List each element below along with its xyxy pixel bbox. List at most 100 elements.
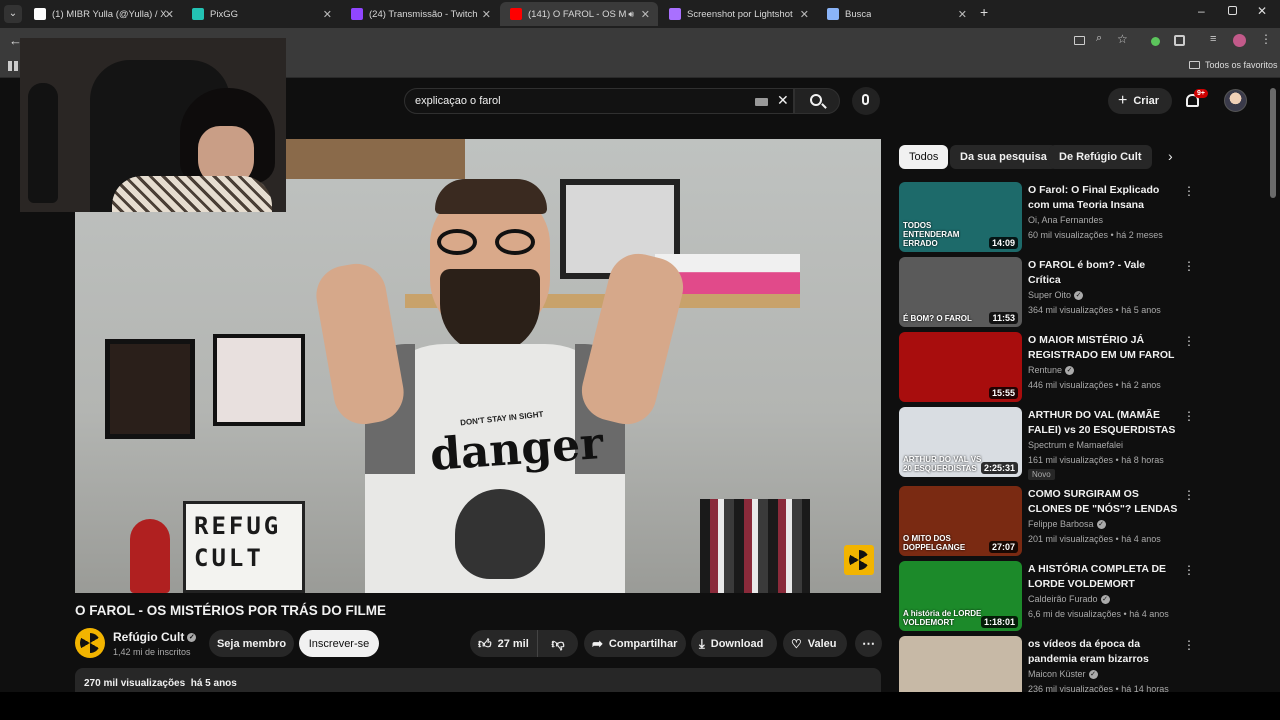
voice-search-button[interactable] <box>852 87 880 115</box>
bookmark-star-icon[interactable]: ☆ <box>1117 32 1128 46</box>
video-frame-middle <box>213 334 305 426</box>
browser-tab[interactable]: PixGG ✕ <box>182 2 340 26</box>
recommendation-channel[interactable]: Oi, Ana Fernandes <box>1028 215 1103 225</box>
profile-avatar-icon[interactable] <box>1233 34 1246 47</box>
more-vertical-icon[interactable]: ⋮ <box>1183 184 1195 198</box>
subscribe-button[interactable]: Inscrever-se <box>299 630 379 657</box>
new-tab-button[interactable]: + <box>980 4 988 20</box>
browser-menu-icon[interactable]: ⋮ <box>1260 32 1272 46</box>
zoom-icon[interactable]: ⌕ <box>1096 32 1102 45</box>
clear-search-icon[interactable]: ✕ <box>777 92 789 109</box>
chip-all[interactable]: Todos <box>899 145 949 169</box>
browser-tab[interactable]: (141) O FAROL - OS MISTÉR🔊︎ ✕ <box>500 2 658 26</box>
recommendation-thumbnail[interactable]: 15:55 <box>899 332 1022 402</box>
recommendation-thumbnail[interactable]: O MITO DOS DOPPELGANGE 27:07 <box>899 486 1022 556</box>
recommendation-title[interactable]: A HISTÓRIA COMPLETA DE LORDE VOLDEMORT <box>1028 562 1178 592</box>
description-box[interactable]: 270 mil visualizações há 5 anos <box>75 668 881 692</box>
keyboard-icon[interactable] <box>755 98 768 106</box>
lightshot-icon <box>669 8 681 20</box>
recommendation-title[interactable]: os vídeos da época da pandemia eram biza… <box>1028 637 1178 667</box>
extension-green-icon[interactable] <box>1151 37 1160 46</box>
apps-grid-icon[interactable] <box>8 61 18 71</box>
pixgg-icon <box>192 8 204 20</box>
create-button[interactable]: + Criar <box>1108 88 1172 114</box>
thumbnail-caption: O MITO DOS DOPPELGANGE <box>903 534 966 552</box>
recommendation-item[interactable]: ARTHUR DO VAL VS 20 ESQUERDISTAS 2:25:31 A… <box>899 407 1199 480</box>
recommendation-item[interactable]: os vídeos da época da pandemia eram biza… <box>899 636 1199 694</box>
views-date: 270 mil visualizações há 5 anos <box>84 678 237 689</box>
speaker-icon[interactable]: 🔊︎ <box>628 9 634 20</box>
recommendation-channel[interactable]: Spectrum e Mamaefalei <box>1028 440 1123 450</box>
recommendation-thumbnail[interactable]: É BOM? O FAROL 11:53 <box>899 257 1022 327</box>
download-button[interactable]: ⤓ Download <box>691 630 777 657</box>
cast-icon[interactable] <box>1074 36 1085 45</box>
recommendation-title[interactable]: O MAIOR MISTÉRIO JÁ REGISTRADO EM UM FAR… <box>1028 333 1178 363</box>
recommendation-channel[interactable]: Super Oito ✓ <box>1028 290 1084 301</box>
recommendation-thumbnail[interactable] <box>899 636 1022 692</box>
dislike-button[interactable]: 👎︎ <box>538 630 578 657</box>
browser-tab[interactable]: Busca ✕ <box>817 2 975 26</box>
tab-search-dropdown[interactable]: ⌄ <box>4 5 22 23</box>
browser-tab[interactable]: Screenshot por Lightshot ✕ <box>659 2 817 26</box>
recommendation-item[interactable]: 15:55 O MAIOR MISTÉRIO JÁ REGISTRADO EM U… <box>899 332 1199 402</box>
close-tab-icon[interactable]: ✕ <box>641 8 650 21</box>
recommendation-title[interactable]: O FAROL é bom? - Vale Crítica <box>1028 258 1178 288</box>
video-title: O FAROL - OS MISTÉRIOS POR TRÁS DO FILME <box>75 603 387 618</box>
chip-from-search[interactable]: Da sua pesquisa <box>950 145 1057 169</box>
close-tab-icon[interactable]: ✕ <box>323 8 332 21</box>
more-vertical-icon[interactable]: ⋮ <box>1183 563 1195 577</box>
recommendation-channel[interactable]: Felippe Barbosa ✓ <box>1028 519 1106 530</box>
webcam-person-shirt <box>112 176 272 212</box>
verified-icon: ✓ <box>187 633 197 643</box>
extensions-puzzle-icon[interactable] <box>1174 35 1185 46</box>
chip-from-channel[interactable]: De Refúgio Cult <box>1049 145 1152 169</box>
channel-avatar[interactable] <box>75 628 105 658</box>
page-scrollbar[interactable] <box>1270 88 1276 198</box>
search-input[interactable]: explicaçao o farol <box>415 95 501 107</box>
recommendation-channel[interactable]: Rentune ✓ <box>1028 365 1075 376</box>
account-avatar[interactable] <box>1224 89 1247 112</box>
recommendation-thumbnail[interactable]: TODOS ENTENDERAM ERRADO 14:09 <box>899 182 1022 252</box>
like-button[interactable]: 👍︎ 27 mil <box>470 630 538 657</box>
more-vertical-icon[interactable]: ⋮ <box>1183 488 1195 502</box>
close-tab-icon[interactable]: ✕ <box>165 8 174 21</box>
recommendation-item[interactable]: O MITO DOS DOPPELGANGE 27:07 COMO SURGIRAM… <box>899 486 1199 556</box>
close-tab-icon[interactable]: ✕ <box>800 8 809 21</box>
channel-name[interactable]: Refúgio Cult ✓ <box>113 630 197 644</box>
download-label: Download <box>710 637 764 650</box>
search-box[interactable]: explicaçao o farol ✕ <box>404 88 794 114</box>
recommendation-thumbnail[interactable]: A história de LORDE VOLDEMORT 1:18:01 <box>899 561 1022 631</box>
recommendation-title[interactable]: COMO SURGIRAM OS CLONES DE "NÓS"? LENDAS… <box>1028 487 1178 517</box>
recommendation-item[interactable]: É BOM? O FAROL 11:53 O FAROL é bom? - Vale… <box>899 257 1199 327</box>
verified-icon: ✓ <box>1074 291 1084 301</box>
search-button[interactable] <box>794 88 840 114</box>
more-vertical-icon[interactable]: ⋮ <box>1183 409 1195 423</box>
close-tab-icon[interactable]: ✕ <box>482 8 491 21</box>
close-window-button[interactable]: ✕ <box>1257 4 1267 18</box>
recommendation-title[interactable]: O Farol: O Final Explicado com uma Teori… <box>1028 183 1178 213</box>
chips-next-icon[interactable]: › <box>1168 148 1173 164</box>
restore-window-button[interactable] <box>1228 6 1237 15</box>
recommendation-channel[interactable]: Maicon Küster ✓ <box>1028 669 1098 680</box>
more-vertical-icon[interactable]: ⋮ <box>1183 259 1195 273</box>
recommendation-item[interactable]: TODOS ENTENDERAM ERRADO 14:09 O Farol: O F… <box>899 182 1199 252</box>
join-button[interactable]: Seja membro <box>209 630 294 657</box>
more-actions-button[interactable]: ⋯ <box>855 630 882 657</box>
more-vertical-icon[interactable]: ⋮ <box>1183 638 1195 652</box>
thanks-button[interactable]: ♡ Valeu <box>783 630 847 657</box>
browser-tab[interactable]: (24) Transmissão - Twitch ✕ <box>341 2 499 26</box>
share-button[interactable]: ➦ Compartilhar <box>584 630 686 657</box>
recommendation-channel[interactable]: Caldeirão Furado ✓ <box>1028 594 1110 605</box>
recommendation-thumbnail[interactable]: ARTHUR DO VAL VS 20 ESQUERDISTAS 2:25:31 <box>899 407 1022 477</box>
thumbs-up-icon: 👍︎ <box>478 635 492 651</box>
minimize-window-button[interactable]: – <box>1198 4 1205 18</box>
all-bookmarks-folder[interactable]: Todos os favoritos <box>1189 60 1278 70</box>
notifications-button[interactable]: 9+ <box>1184 89 1208 111</box>
reading-list-icon[interactable]: ≡ <box>1210 33 1216 45</box>
recommendation-title[interactable]: ARTHUR DO VAL (MAMÃE FALEI) vs 20 ESQUER… <box>1028 408 1178 438</box>
channel-watermark-icon[interactable] <box>844 545 874 575</box>
more-vertical-icon[interactable]: ⋮ <box>1183 334 1195 348</box>
close-tab-icon[interactable]: ✕ <box>958 8 967 21</box>
recommendation-item[interactable]: A história de LORDE VOLDEMORT 1:18:01 A HI… <box>899 561 1199 631</box>
browser-tab[interactable]: (1) MIBR Yulla (@Yulla) / X ✕ <box>24 2 182 26</box>
